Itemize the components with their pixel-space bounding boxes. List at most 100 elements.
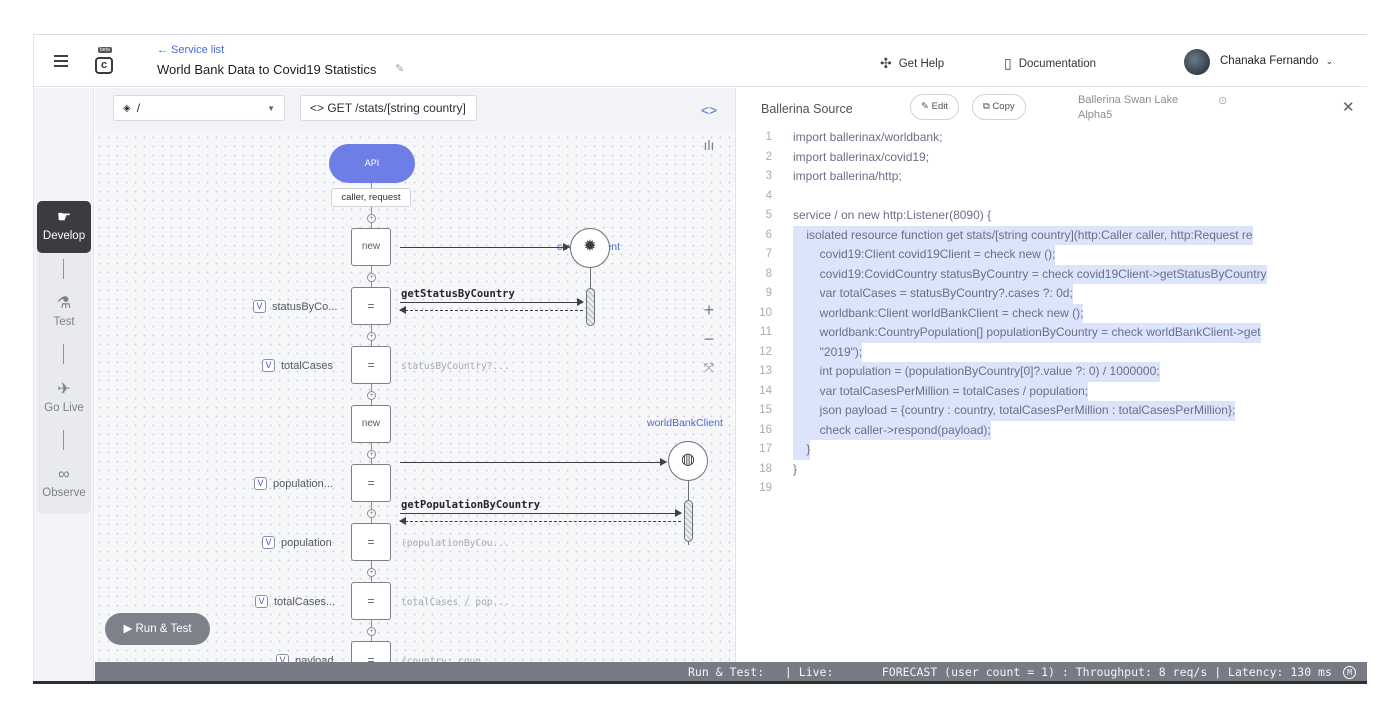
expression-preview: totalCases / pop... <box>401 597 510 608</box>
add-connector-icon[interactable]: + <box>367 568 376 577</box>
code-view-icon[interactable]: <> <box>696 97 722 123</box>
var-label[interactable]: VstatusByCo... <box>253 300 337 313</box>
source-header: Ballerina Source ✎ Edit ⧉ Copy Ballerina… <box>736 88 1367 128</box>
code-line[interactable]: 9 var totalCases = statusByCountry?.case… <box>736 284 1367 304</box>
code-line[interactable]: 5 service / on new http:Listener(8090) { <box>736 206 1367 226</box>
get-help-link[interactable]: ✣ Get Help <box>880 55 944 72</box>
nav-develop-label: Develop <box>42 230 86 242</box>
statement-node-new[interactable]: new <box>351 228 391 266</box>
var-label[interactable]: VtotalCases... <box>255 595 335 608</box>
choreo-logo[interactable]: beta c <box>92 47 116 75</box>
code-line[interactable]: 3 import ballerina/http; <box>736 167 1367 187</box>
activation-bar <box>586 288 595 326</box>
code-line[interactable]: 19 <box>736 479 1367 499</box>
add-connector-icon[interactable]: + <box>367 509 376 518</box>
statement-node-assign[interactable]: = <box>351 287 391 325</box>
var-label[interactable]: Vpopulation... <box>254 477 333 490</box>
zoom-in-icon[interactable]: + <box>696 297 722 323</box>
statement-node-new[interactable]: new <box>351 405 391 443</box>
add-connector-icon[interactable]: + <box>367 214 376 223</box>
code-line[interactable]: 16 check caller->respond(payload); <box>736 420 1367 440</box>
add-connector-icon[interactable]: + <box>367 391 376 400</box>
code-line[interactable]: 12 "2019"); <box>736 342 1367 362</box>
nav-observe[interactable]: ∞ Observe <box>37 466 91 499</box>
variable-icon: V <box>254 477 267 490</box>
code-text: } <box>793 461 798 476</box>
code-text: var totalCasesPerMillion = totalCases / … <box>793 381 1089 401</box>
run-and-test-button[interactable]: ▶ Run & Test <box>105 613 210 645</box>
code-editor[interactable]: 1 import ballerinax/worldbank; 2 import bal… <box>736 128 1367 499</box>
code-line[interactable]: 13 int population = (populationByCountry… <box>736 362 1367 382</box>
variable-icon: V <box>262 536 275 549</box>
binoculars-icon: ∞ <box>58 466 70 483</box>
copy-button-label: Copy <box>992 101 1015 112</box>
resource-select[interactable]: <> GET /stats/[string country] <box>300 95 477 121</box>
covid19-client-endpoint[interactable]: ✹ <box>570 228 610 268</box>
call-arrow <box>400 509 682 517</box>
code-line[interactable]: 11 worldbank:CountryPopulation[] populat… <box>736 323 1367 343</box>
code-line[interactable]: 10 worldbank:Client worldBankClient = ch… <box>736 303 1367 323</box>
code-text: worldbank:Client worldBankClient = check… <box>793 303 1084 323</box>
documentation-link[interactable]: ▯ Documentation <box>1004 55 1096 72</box>
variable-icon: V <box>262 359 275 372</box>
nav-go-live[interactable]: ✈ Go Live <box>37 379 91 414</box>
nav-test[interactable]: ⚗ Test <box>37 293 91 328</box>
sequence-diagram-canvas[interactable]: ◈ / ▼ <> GET /stats/[string country] <> … <box>95 88 735 682</box>
nav-divider <box>63 344 64 364</box>
code-text: import ballerinax/worldbank; <box>793 130 943 144</box>
code-line[interactable]: 18} <box>736 460 1367 480</box>
code-line[interactable]: 17 } <box>736 440 1367 460</box>
var-label[interactable]: VtotalCases <box>262 359 333 372</box>
add-connector-icon[interactable]: + <box>367 627 376 636</box>
statement-node-assign[interactable]: = <box>351 582 391 620</box>
fit-screen-icon[interactable]: ⤧ <box>696 355 722 381</box>
version-line-1: Ballerina Swan Lake <box>1078 94 1179 106</box>
external-link-icon[interactable]: ⊙ <box>1218 94 1227 107</box>
statement-node-assign[interactable]: = <box>351 523 391 561</box>
app-window: beta c ← Service list World Bank Data to… <box>33 34 1367 682</box>
code-line[interactable]: 4 <box>736 187 1367 207</box>
add-connector-icon[interactable]: + <box>367 332 376 341</box>
params-tag: caller, request <box>331 188 411 207</box>
resource-select-value: <> GET /stats/[string country] <box>310 101 466 115</box>
add-connector-icon[interactable]: + <box>367 273 376 282</box>
code-line[interactable]: 7 covid19:Client covid19Client = check n… <box>736 245 1367 265</box>
world-bank-client-endpoint[interactable]: ◍ <box>668 441 708 481</box>
line-number: 11 <box>760 326 772 338</box>
play-icon: ▶ <box>123 623 136 635</box>
call-arrow <box>400 298 584 306</box>
chart-icon[interactable]: ılı <box>696 132 722 158</box>
path-select[interactable]: ◈ / ▼ <box>113 95 285 121</box>
var-label[interactable]: Vpopulation <box>262 536 332 549</box>
api-start-node[interactable]: API <box>329 144 415 183</box>
user-menu[interactable]: Chanaka Fernando ⌄ <box>1220 55 1333 67</box>
breadcrumb-service-list[interactable]: ← Service list <box>157 44 224 56</box>
code-line[interactable]: 8 covid19:CovidCountry statusByCountry =… <box>736 264 1367 284</box>
code-line[interactable]: 2 import ballerinax/covid19; <box>736 148 1367 168</box>
status-info-icon[interactable]: M <box>1343 666 1356 679</box>
edit-button[interactable]: ✎ Edit <box>910 94 959 120</box>
avatar[interactable] <box>1184 49 1210 75</box>
statement-node-assign[interactable]: = <box>351 346 391 384</box>
path-select-value: / <box>136 101 141 115</box>
edit-title-icon[interactable]: ✎ <box>395 62 404 75</box>
version-label: Ballerina Swan Lake Alpha5 <box>1078 93 1178 123</box>
code-line[interactable]: 6 isolated resource function get stats/[… <box>736 225 1367 245</box>
code-line[interactable]: 14 var totalCasesPerMillion = totalCases… <box>736 381 1367 401</box>
statement-node-assign[interactable]: = <box>351 464 391 502</box>
variable-icon: V <box>255 595 268 608</box>
close-icon[interactable]: ✕ <box>1342 98 1355 116</box>
line-number: 9 <box>765 287 772 299</box>
globe-icon: ◍ <box>681 451 695 468</box>
user-name: Chanaka Fernando <box>1220 55 1319 67</box>
line-number: 3 <box>765 170 772 182</box>
add-connector-icon[interactable]: + <box>367 450 376 459</box>
nav-develop[interactable]: ☛ Develop <box>37 201 91 253</box>
logo-c-icon: c <box>95 57 113 74</box>
code-line[interactable]: 15 json payload = {country : country, to… <box>736 401 1367 421</box>
code-text: "2019"); <box>793 342 863 362</box>
zoom-out-icon[interactable]: − <box>696 326 722 352</box>
copy-button[interactable]: ⧉ Copy <box>972 94 1026 120</box>
menu-icon[interactable] <box>54 55 68 67</box>
code-line[interactable]: 1 import ballerinax/worldbank; <box>736 128 1367 148</box>
